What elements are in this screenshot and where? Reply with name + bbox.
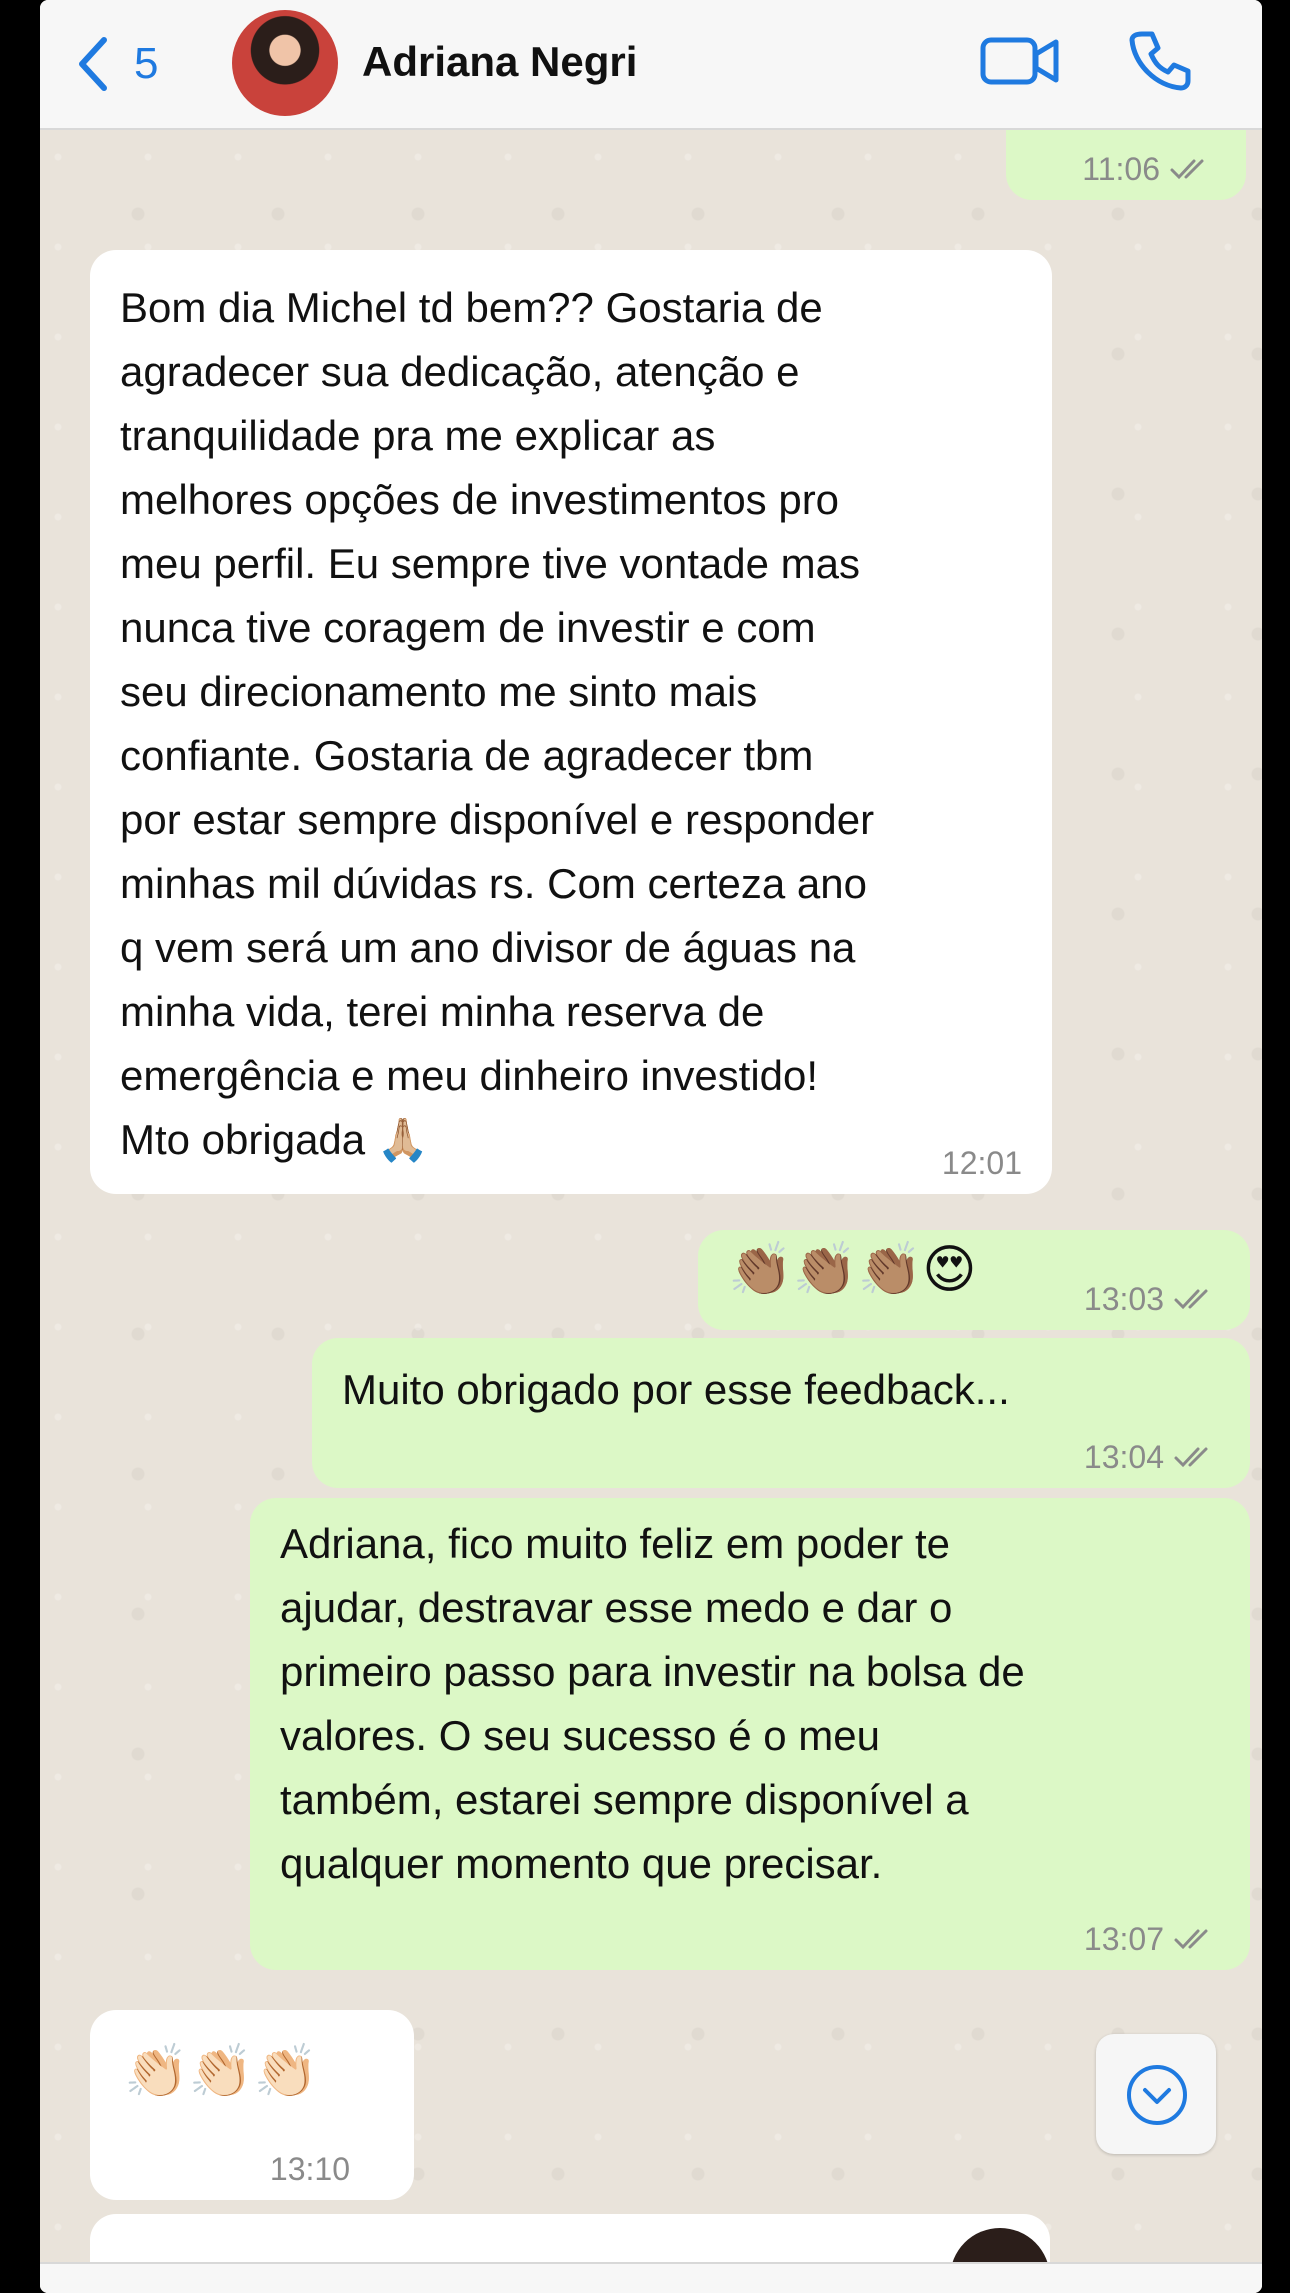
message-text: Muito obrigado por esse feedback... [342, 1366, 1010, 1413]
double-check-icon [1170, 159, 1204, 180]
avatar[interactable] [232, 10, 338, 116]
message-time: 12:01 [941, 1145, 1022, 1181]
input-bar[interactable] [40, 2262, 1262, 2293]
chat-screen: 5 Adriana Negri 11:06 Bom dia Michel td … [40, 0, 1262, 2293]
message-time: 11:06 [1082, 152, 1216, 186]
message-list[interactable]: 11:06 Bom dia Michel td bem?? Gostaria d… [40, 130, 1262, 2293]
back-button[interactable]: 5 [74, 24, 158, 104]
double-check-icon [1174, 1289, 1208, 1310]
message-text: Bom dia Michel td bem?? Gostaria de agra… [120, 284, 875, 1163]
chat-header: 5 Adriana Negri [40, 0, 1262, 130]
message-bubble-outgoing[interactable]: Muito obrigado por esse feedback... 13:0… [312, 1338, 1250, 1488]
message-bubble-incoming[interactable]: Bom dia Michel td bem?? Gostaria de agra… [90, 250, 1052, 1194]
message-emoji: 👏🏻👏🏻👏🏻 [124, 2042, 319, 2102]
double-check-icon [1174, 1929, 1208, 1950]
chevron-left-icon [79, 37, 107, 91]
back-count: 5 [134, 39, 159, 88]
message-bubble-outgoing[interactable]: Adriana, fico muito feliz em poder te aj… [250, 1498, 1250, 1970]
message-bubble-incoming[interactable]: 👏🏻👏🏻👏🏻 13:10 [90, 2010, 414, 2200]
message-time: 13:07 [1084, 1922, 1220, 1956]
phone-icon[interactable] [1128, 28, 1192, 92]
message-time: 13:10 [269, 2151, 350, 2187]
scroll-to-bottom-button[interactable] [1096, 2034, 1216, 2154]
message-bubble-outgoing[interactable]: 👏🏽👏🏽👏🏽😍 13:03 [698, 1230, 1250, 1330]
message-bubble-outgoing[interactable]: 11:06 [1006, 130, 1246, 200]
scroll-down-icon [1127, 2065, 1187, 2125]
video-camera-icon[interactable] [980, 34, 1060, 88]
contact-name[interactable]: Adriana Negri [362, 38, 637, 86]
message-time: 13:04 [1084, 1440, 1220, 1474]
message-text: Adriana, fico muito feliz em poder te aj… [280, 1520, 1025, 1887]
message-time: 13:03 [1084, 1282, 1220, 1316]
double-check-icon [1174, 1447, 1208, 1468]
